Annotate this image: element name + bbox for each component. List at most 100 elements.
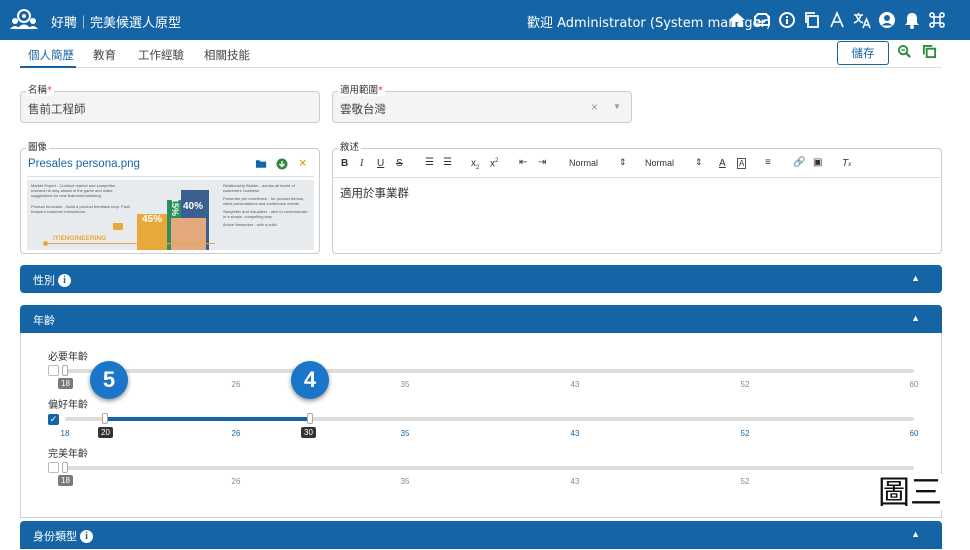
figure-caption: 圖三 bbox=[878, 473, 943, 511]
step-marker-4: 4 bbox=[291, 361, 329, 399]
required-age-tick: 43 bbox=[570, 380, 580, 389]
gender-info-icon[interactable]: i bbox=[58, 274, 71, 287]
required-age-checkbox[interactable] bbox=[48, 365, 59, 376]
description-value[interactable]: 適用於事業群 bbox=[340, 185, 409, 201]
editor-toolbar: B I U S ☰ ☰ x2 x2 ⇤ ⇥ Normal ⇕ Normal ⇕ … bbox=[333, 149, 941, 178]
required-age-track[interactable] bbox=[65, 369, 914, 373]
persona-pct-3: 40% bbox=[183, 201, 204, 212]
tab-education[interactable]: 教育 bbox=[93, 47, 116, 63]
underline-icon[interactable]: U bbox=[377, 158, 384, 169]
gender-section-header[interactable]: 性別 i ▲ bbox=[20, 265, 942, 293]
preferred-age-tick: 60 bbox=[909, 429, 919, 438]
home-icon[interactable] bbox=[727, 10, 747, 30]
persona-pct-1: 45% bbox=[142, 214, 163, 225]
identity-section-title: 身份類型 i bbox=[33, 528, 93, 544]
bullet-list-icon[interactable]: ☰ bbox=[443, 157, 452, 168]
save-button[interactable]: 儲存 bbox=[837, 41, 889, 65]
folder-open-icon[interactable] bbox=[255, 158, 268, 170]
clear-format-icon[interactable]: Tx bbox=[842, 158, 851, 169]
chevron-down-icon[interactable]: ▼ bbox=[613, 102, 621, 111]
perfect-age-handle[interactable] bbox=[62, 462, 68, 473]
persona-line bbox=[45, 243, 215, 244]
preferred-age-tick: 52 bbox=[740, 429, 750, 438]
remove-image-icon[interactable]: × bbox=[299, 155, 307, 170]
required-age-label: 必要年齡 bbox=[48, 352, 88, 363]
required-age-tick: 26 bbox=[231, 380, 241, 389]
copy-icon[interactable] bbox=[802, 10, 822, 30]
format-select-2[interactable]: Normal bbox=[645, 158, 674, 168]
format-select-1[interactable]: Normal bbox=[569, 158, 598, 168]
name-field[interactable]: 售前工程師 bbox=[20, 91, 320, 123]
app-title: 好聘｜完美候選人原型 bbox=[51, 16, 182, 31]
image-field: Presales persona.png × Market Expert - C… bbox=[20, 148, 320, 254]
persona-text-left: Market Expert - Conduct market and compe… bbox=[31, 183, 131, 214]
download-icon[interactable] bbox=[276, 158, 288, 170]
format-select-1-chevron[interactable]: ⇕ bbox=[619, 157, 627, 168]
collapse-caret-icon[interactable]: ▲ bbox=[911, 273, 920, 283]
image-icon[interactable]: ▣ bbox=[813, 157, 822, 168]
top-bar: 好聘｜完美候選人原型 歡迎 Administrator (System mana… bbox=[0, 0, 970, 40]
link-icon[interactable]: 🔗 bbox=[793, 157, 805, 168]
inbox-icon[interactable] bbox=[752, 10, 772, 30]
age-section-header[interactable]: 年齡 ▲ bbox=[20, 305, 942, 333]
bold-icon[interactable]: B bbox=[341, 158, 348, 169]
identity-info-icon[interactable]: i bbox=[80, 530, 93, 543]
tab-work-experience[interactable]: 工作經驗 bbox=[138, 47, 184, 63]
logo-icon[interactable] bbox=[10, 8, 38, 30]
image-filename[interactable]: Presales persona.png bbox=[28, 158, 140, 170]
persona-dot bbox=[43, 241, 48, 246]
perfect-age-tick: 52 bbox=[740, 477, 750, 486]
description-label: 敘述 bbox=[338, 142, 362, 153]
chart-block-peach bbox=[171, 218, 206, 250]
collapse-caret-icon[interactable]: ▲ bbox=[911, 313, 920, 323]
required-age-badge: 18 bbox=[58, 378, 73, 389]
command-icon[interactable] bbox=[927, 10, 947, 30]
translate-icon[interactable] bbox=[852, 10, 872, 30]
strikethrough-icon[interactable]: S bbox=[396, 158, 403, 169]
align-icon[interactable]: ≡ bbox=[765, 157, 771, 168]
bell-icon[interactable] bbox=[902, 10, 922, 30]
outdent-icon[interactable]: ⇤ bbox=[519, 157, 527, 168]
subscript-icon[interactable]: x2 bbox=[471, 158, 479, 171]
perfect-age-track[interactable] bbox=[65, 466, 914, 470]
name-value[interactable]: 售前工程師 bbox=[28, 101, 86, 117]
required-age-handle[interactable] bbox=[62, 365, 68, 376]
collapse-caret-icon[interactable]: ▲ bbox=[911, 529, 920, 539]
text-color-icon[interactable]: A bbox=[719, 158, 726, 169]
preferred-age-tick: 18 bbox=[60, 429, 70, 438]
background-color-icon[interactable]: A bbox=[737, 158, 747, 169]
duplicate-icon[interactable] bbox=[922, 44, 937, 59]
image-label: 圖像 bbox=[26, 142, 50, 153]
scope-label: 適用範圍* bbox=[338, 85, 385, 96]
preferred-age-checkbox[interactable]: ✓ bbox=[48, 414, 59, 425]
scope-value: 雲敬台灣 bbox=[340, 102, 386, 116]
perfect-age-tick: 26 bbox=[231, 477, 241, 486]
gender-section-title: 性別 i bbox=[33, 272, 71, 288]
italic-icon[interactable]: I bbox=[360, 158, 363, 169]
zoom-search-icon[interactable] bbox=[897, 44, 912, 59]
image-divider bbox=[27, 176, 314, 177]
user-account-icon[interactable] bbox=[877, 10, 897, 30]
preferred-age-low-handle[interactable] bbox=[102, 413, 108, 424]
format-select-2-chevron[interactable]: ⇕ bbox=[695, 157, 703, 168]
superscript-icon[interactable]: x2 bbox=[490, 158, 498, 169]
perfect-age-tick: 43 bbox=[570, 477, 580, 486]
preferred-age-range bbox=[105, 417, 310, 421]
preferred-age-tick: 35 bbox=[400, 429, 410, 438]
age-section-title: 年齡 bbox=[33, 314, 55, 327]
ordered-list-icon[interactable]: ☰ bbox=[425, 157, 434, 168]
indent-icon[interactable]: ⇥ bbox=[538, 157, 546, 168]
font-size-icon[interactable] bbox=[827, 10, 847, 30]
preferred-age-high-handle[interactable] bbox=[307, 413, 313, 424]
required-age-tick: 52 bbox=[740, 380, 750, 389]
perfect-age-checkbox[interactable] bbox=[48, 462, 59, 473]
info-icon[interactable] bbox=[777, 10, 797, 30]
perfect-age-tick: 35 bbox=[400, 477, 410, 486]
identity-section-header[interactable]: 身份類型 i ▲ bbox=[20, 521, 942, 549]
preferred-age-low-badge: 20 bbox=[98, 427, 113, 438]
persona-pct-2: 15% bbox=[170, 197, 181, 217]
tab-skills[interactable]: 相關技能 bbox=[204, 47, 250, 63]
tab-profile[interactable]: 個人簡歷 bbox=[28, 47, 74, 63]
tab-divider bbox=[20, 67, 942, 68]
clear-icon[interactable]: × bbox=[591, 100, 598, 114]
